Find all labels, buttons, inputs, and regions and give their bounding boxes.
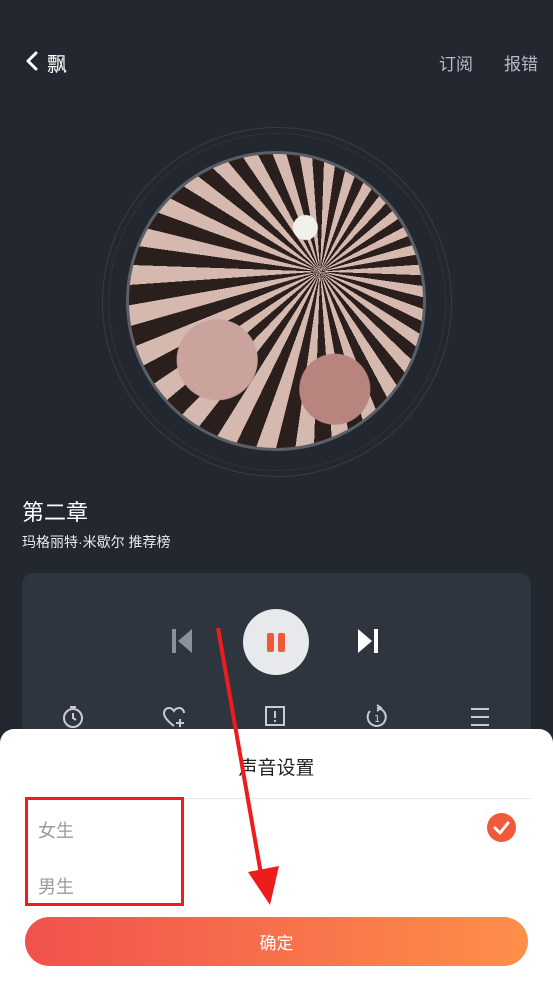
cover-artwork: [126, 151, 426, 451]
annotation-highlight-box: [25, 797, 184, 906]
pause-icon: [267, 633, 274, 652]
pause-icon-bar: [278, 633, 285, 652]
sheet-title: 声音设置: [238, 758, 315, 779]
previous-track-icon[interactable]: [170, 626, 194, 656]
album-disc: [102, 127, 452, 477]
top-bar: 飘 订阅 报错: [0, 40, 553, 84]
pause-button[interactable]: [243, 609, 309, 675]
feedback-icon[interactable]: [262, 704, 288, 730]
back-chevron-icon[interactable]: [22, 50, 44, 72]
next-track-icon[interactable]: [356, 626, 380, 656]
check-icon: [487, 813, 516, 842]
replay-icon[interactable]: 1: [364, 704, 390, 730]
book-title: 飘: [47, 54, 67, 76]
favorite-add-icon[interactable]: [161, 704, 187, 730]
confirm-button[interactable]: 确定: [25, 917, 528, 966]
chapter-title: 第二章: [22, 500, 89, 525]
svg-text:1: 1: [374, 714, 380, 725]
report-error-button[interactable]: 报错: [504, 50, 538, 75]
playlist-icon[interactable]: [467, 704, 493, 730]
author-line: 玛格丽特·米歇尔 推荐榜: [22, 534, 171, 550]
subscribe-button[interactable]: 订阅: [439, 50, 473, 75]
timer-icon[interactable]: [60, 704, 86, 730]
